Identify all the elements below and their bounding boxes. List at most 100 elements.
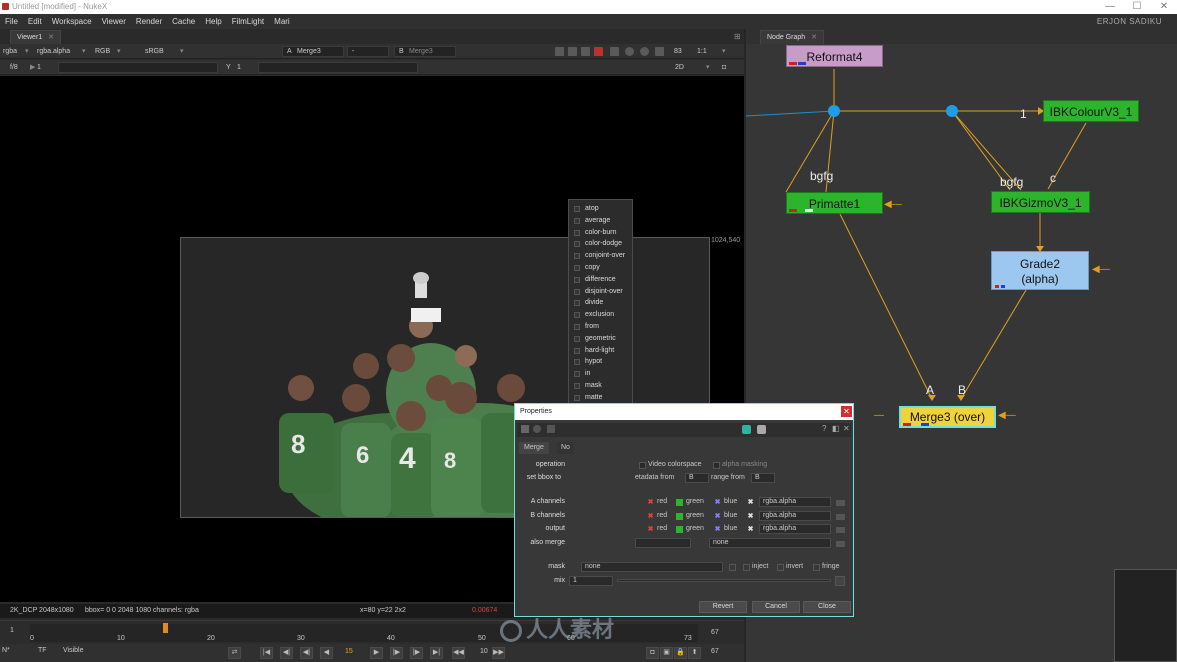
blue-check-icon[interactable]: ✖: [714, 513, 721, 520]
red-check-icon[interactable]: ✖: [647, 499, 654, 506]
alpha-masking-checkbox[interactable]: [713, 462, 720, 469]
green-check-icon[interactable]: [676, 513, 683, 520]
display-channels-select[interactable]: RGB: [95, 46, 110, 57]
a-alpha-select[interactable]: rgba.alpha: [759, 497, 831, 507]
end-frame[interactable]: 67: [711, 648, 719, 655]
play-backward-icon[interactable]: ◀: [320, 647, 333, 659]
node-ibk-gizmo[interactable]: IBKGizmoV3_1: [991, 191, 1090, 213]
node-ibk-colour[interactable]: IBKColourV3_1: [1043, 100, 1139, 122]
step-back-icon[interactable]: ◀|: [300, 647, 313, 659]
maximize-button[interactable]: ☐: [1124, 0, 1150, 14]
close-window-button[interactable]: ✕: [1151, 0, 1177, 14]
next-keyframe-icon[interactable]: |▶: [410, 647, 423, 659]
fringe-checkbox[interactable]: [813, 564, 820, 571]
green-check-icon[interactable]: [676, 526, 683, 533]
refresh-icon[interactable]: [625, 47, 634, 56]
collapse-icon[interactable]: [521, 425, 529, 433]
dropdown-item-matte[interactable]: matte: [569, 392, 632, 404]
revert-button[interactable]: Revert: [699, 601, 747, 613]
proxy-icon[interactable]: [594, 47, 603, 56]
lock-icon[interactable]: 🔒: [674, 647, 687, 659]
menu-cache[interactable]: Cache: [167, 14, 200, 29]
mask-select[interactable]: none: [581, 562, 723, 572]
curve-icon[interactable]: [835, 576, 845, 586]
roi-icon[interactable]: [555, 47, 564, 56]
node-icon[interactable]: [547, 425, 555, 433]
ratio-select[interactable]: 1:1: [697, 46, 707, 57]
alpha-check-icon[interactable]: ✖: [747, 513, 754, 520]
range-from-select[interactable]: B: [751, 473, 775, 483]
safe-area-icon[interactable]: [568, 47, 577, 56]
channel-layer-select[interactable]: rgba.alpha: [37, 46, 70, 57]
fps-select[interactable]: N*: [2, 647, 10, 654]
fstop-value[interactable]: f/8: [10, 62, 18, 73]
inject-checkbox[interactable]: [743, 564, 750, 571]
blue-check-icon[interactable]: ✖: [714, 499, 721, 506]
row-menu-icon[interactable]: [836, 541, 845, 547]
mask-channel-icon[interactable]: [729, 564, 736, 571]
chevron-down-icon[interactable]: ▾: [117, 46, 121, 57]
dropdown-item-average[interactable]: average: [569, 215, 632, 227]
cache-icon[interactable]: ▣: [660, 647, 673, 659]
overlay-icon[interactable]: [610, 47, 619, 56]
timeline[interactable]: 1 0 10 20 30 40 50 60 73 67: [0, 620, 744, 644]
dropdown-item-hypot[interactable]: hypot: [569, 356, 632, 368]
menu-workspace[interactable]: Workspace: [47, 14, 97, 29]
tab-node[interactable]: No: [557, 442, 574, 454]
out-alpha-select[interactable]: rgba.alpha: [759, 524, 831, 534]
mix-input[interactable]: 1: [569, 576, 613, 586]
red-check-icon[interactable]: ✖: [647, 513, 654, 520]
invert-checkbox[interactable]: [777, 564, 784, 571]
chevron-down-icon[interactable]: ▾: [180, 46, 184, 57]
node-reformat[interactable]: Reformat4: [786, 45, 883, 67]
row-menu-icon[interactable]: [836, 527, 845, 533]
blue-check-icon[interactable]: ✖: [714, 526, 721, 533]
step-value[interactable]: 10: [480, 648, 488, 655]
loop-icon[interactable]: ◘: [646, 647, 659, 659]
menu-help[interactable]: Help: [200, 14, 226, 29]
play-forward-icon[interactable]: ▶: [370, 647, 383, 659]
dropdown-item-difference[interactable]: difference: [569, 274, 632, 286]
chevron-down-icon[interactable]: ▾: [722, 46, 726, 57]
dropdown-item-mask[interactable]: mask: [569, 380, 632, 392]
menu-render[interactable]: Render: [131, 14, 167, 29]
close-icon[interactable]: ✕: [843, 424, 850, 433]
video-colorspace-checkbox[interactable]: [639, 462, 646, 469]
tf-select[interactable]: TF: [38, 647, 47, 654]
dropdown-item-divide[interactable]: divide: [569, 297, 632, 309]
close-panel-icon[interactable]: ✕: [841, 406, 852, 417]
chevron-down-icon[interactable]: ▾: [25, 46, 29, 57]
menu-file[interactable]: File: [0, 14, 23, 29]
step-forward-10-icon[interactable]: ▶▶: [492, 647, 505, 659]
prev-keyframe-icon[interactable]: ◀|: [280, 647, 293, 659]
also-merge-a-select[interactable]: [635, 538, 691, 548]
node-graph-minimap[interactable]: [1114, 569, 1177, 662]
dropdown-item-disjoint-over[interactable]: disjoint-over: [569, 286, 632, 298]
node-grade[interactable]: Grade2 (alpha): [991, 251, 1089, 290]
lut-select[interactable]: sRGB: [145, 46, 164, 57]
minimize-button[interactable]: —: [1097, 0, 1123, 14]
row-menu-icon[interactable]: [836, 514, 845, 520]
close-tab-icon[interactable]: ✕: [48, 34, 54, 41]
dropdown-item-hard-light[interactable]: hard-light: [569, 345, 632, 357]
last-frame-icon[interactable]: ▶|: [430, 647, 443, 659]
visible-select[interactable]: Visible: [63, 647, 84, 654]
dropdown-item-color-dodge[interactable]: color-dodge: [569, 238, 632, 250]
export-icon[interactable]: ⬆: [688, 647, 701, 659]
tab-viewer1[interactable]: Viewer1 ✕: [10, 30, 62, 44]
camera-icon[interactable]: ◘: [722, 62, 726, 73]
menu-viewer[interactable]: Viewer: [97, 14, 131, 29]
close-button[interactable]: Close: [803, 601, 851, 613]
dropdown-item-color-burn[interactable]: color-burn: [569, 227, 632, 239]
undo-icon[interactable]: [757, 425, 766, 434]
gamma-slider[interactable]: [258, 62, 418, 73]
dropdown-item-from[interactable]: from: [569, 321, 632, 333]
red-check-icon[interactable]: ✖: [647, 526, 654, 533]
channels-select[interactable]: rgba: [3, 46, 17, 57]
input-a-select[interactable]: A Merge3: [282, 46, 344, 57]
pause-icon[interactable]: [655, 47, 664, 56]
node-merge[interactable]: Merge3 (over): [899, 406, 996, 428]
viewer-toggle-icon[interactable]: [742, 425, 751, 434]
alpha-check-icon[interactable]: ✖: [747, 526, 754, 533]
metadata-from-select[interactable]: B: [685, 473, 709, 483]
